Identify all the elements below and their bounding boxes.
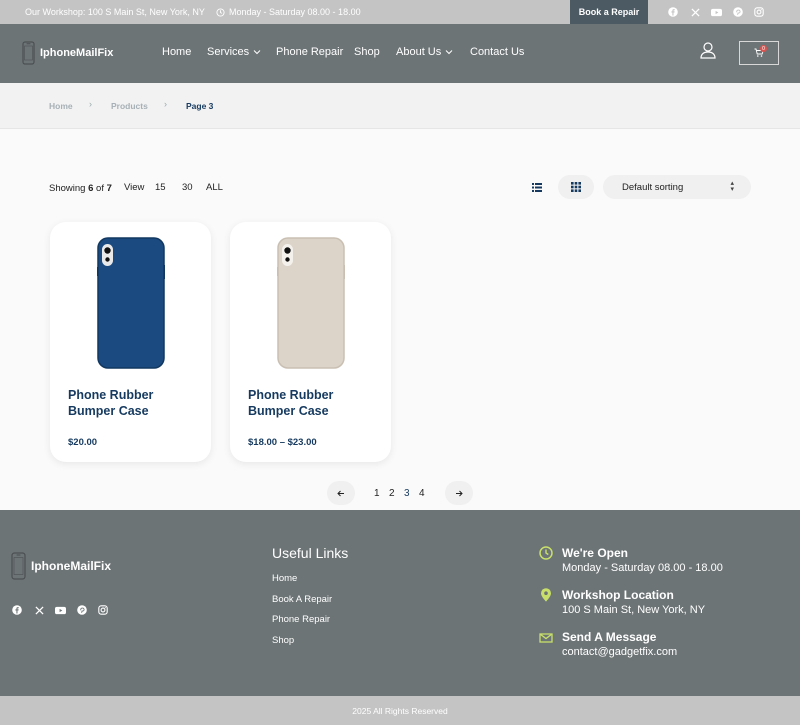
youtube-icon[interactable] [710, 6, 722, 18]
nav-contact-us[interactable]: Contact Us [470, 46, 524, 58]
showing-count: 6 [88, 183, 94, 194]
arrow-right-icon [456, 490, 463, 496]
nav-label: Phone Repair [276, 46, 344, 58]
page-link-4[interactable]: 4 [419, 488, 425, 499]
footer-link-phone-repair[interactable]: Phone Repair [272, 614, 330, 625]
showing-prefix: Showing [49, 183, 86, 194]
x-icon[interactable] [689, 6, 701, 18]
instagram-icon[interactable] [97, 604, 109, 616]
product-price: $18.00 – $23.00 [248, 437, 317, 448]
product-title[interactable]: Phone Rubber Bumper Case [68, 387, 188, 419]
product-image[interactable] [277, 237, 345, 369]
page-link-current: 3 [404, 488, 410, 499]
footer-logo-text: IphoneMailFix [31, 559, 112, 573]
mail-icon [539, 633, 553, 643]
product-price: $20.00 [68, 437, 98, 448]
nav-label: Home [162, 46, 192, 58]
contact-location-title: Workshop Location [562, 588, 674, 602]
logo-text: IphoneMailFix [40, 47, 114, 59]
footer-link-book-repair[interactable]: Book A Repair [272, 594, 332, 605]
facebook-icon[interactable] [11, 604, 23, 616]
product-title[interactable]: Phone Rubber Bumper Case [248, 387, 368, 419]
breadcrumb-separator: › [89, 99, 92, 109]
site-logo[interactable]: IphoneMailFix [22, 41, 113, 65]
footer-link-home[interactable]: Home [272, 573, 297, 584]
list-view-icon [532, 182, 542, 192]
nav-label: Services [207, 46, 250, 58]
grid-view-button[interactable] [558, 175, 594, 199]
main-header: IphoneMailFix Home Services Phone Repair… [0, 24, 800, 83]
nav-label: Contact Us [470, 46, 525, 58]
nav-shop[interactable]: Shop [354, 46, 380, 58]
nav-phone-repair[interactable]: Phone Repair [276, 46, 343, 58]
site-footer: IphoneMailFix Useful Links Home Book A R… [0, 510, 800, 696]
pinterest-icon[interactable] [732, 6, 744, 18]
next-page-button[interactable] [445, 481, 473, 505]
workshop-address: Our Workshop: 100 S Main St, New York, N… [25, 7, 205, 17]
showing-of: of [96, 183, 104, 194]
useful-links-heading: Useful Links [272, 545, 349, 561]
workshop-address-text: Our Workshop: 100 S Main St, New York, N… [25, 7, 205, 17]
nav-label: About Us [396, 46, 442, 58]
clock-icon [539, 546, 553, 560]
breadcrumb-products[interactable]: Products [111, 101, 148, 111]
cart-count-badge: 0 [760, 45, 767, 52]
result-count: Showing 6 of 7 [49, 183, 112, 194]
phone-logo-icon [11, 552, 26, 580]
contact-hours-title: We're Open [562, 546, 628, 560]
prev-page-button[interactable] [327, 481, 355, 505]
location-pin-icon [541, 588, 551, 602]
instagram-icon[interactable] [753, 6, 765, 18]
grid-view-icon [571, 182, 581, 192]
nav-label: Shop [354, 46, 380, 58]
breadcrumb: Home › Products › Page 3 [0, 83, 800, 129]
phone-logo-icon [22, 41, 35, 65]
contact-message-title: Send A Message [562, 630, 657, 644]
sort-select[interactable]: Default sorting ▴ ▾ [603, 175, 751, 199]
sort-select-value: Default sorting [622, 181, 684, 193]
user-account-icon[interactable] [699, 41, 717, 59]
copyright-bar: 2025 All Rights Reserved [0, 696, 800, 725]
cart-button[interactable]: 0 [739, 41, 779, 65]
product-image[interactable] [97, 237, 165, 369]
view-option-all[interactable]: ALL [206, 182, 223, 193]
chevron-down-icon [253, 50, 261, 55]
breadcrumb-separator: › [164, 99, 167, 109]
product-card[interactable]: Phone Rubber Bumper Case $18.00 – $23.00 [230, 222, 391, 462]
nav-services[interactable]: Services [207, 46, 261, 58]
copyright-text: 2025 All Rights Reserved [352, 705, 448, 716]
opening-hours: Monday - Saturday 08.00 - 18.00 [216, 7, 361, 17]
clock-icon [216, 7, 225, 17]
youtube-icon[interactable] [54, 604, 66, 616]
x-icon[interactable] [33, 604, 45, 616]
select-caret-icon: ▴ ▾ [730, 180, 734, 193]
view-option-30[interactable]: 30 [182, 182, 193, 193]
breadcrumb-home[interactable]: Home [49, 101, 73, 111]
contact-email-link[interactable]: contact@gadgetfix.com [562, 646, 677, 658]
opening-hours-text: Monday - Saturday 08.00 - 18.00 [229, 7, 361, 17]
page-link-2[interactable]: 2 [389, 488, 395, 499]
contact-location-value: 100 S Main St, New York, NY [562, 604, 706, 616]
facebook-icon[interactable] [667, 6, 679, 18]
nav-about-us[interactable]: About Us [396, 46, 453, 58]
nav-home[interactable]: Home [162, 46, 191, 58]
product-card[interactable]: Phone Rubber Bumper Case $20.00 [50, 222, 211, 462]
arrow-left-icon [337, 490, 344, 496]
view-option-15[interactable]: 15 [155, 182, 166, 193]
footer-logo[interactable]: IphoneMailFix [11, 552, 111, 580]
showing-total: 7 [106, 183, 112, 194]
top-bar: Our Workshop: 100 S Main St, New York, N… [0, 0, 800, 24]
contact-hours-value: Monday - Saturday 08.00 - 18.00 [562, 562, 723, 574]
breadcrumb-current: Page 3 [186, 101, 214, 111]
pinterest-icon[interactable] [76, 604, 88, 616]
book-repair-button[interactable]: Book a Repair [570, 0, 648, 24]
list-view-button[interactable] [519, 175, 555, 199]
chevron-down-icon [445, 50, 453, 55]
view-label: View [124, 182, 145, 193]
footer-link-shop[interactable]: Shop [272, 635, 294, 646]
page-link-1[interactable]: 1 [374, 488, 380, 499]
